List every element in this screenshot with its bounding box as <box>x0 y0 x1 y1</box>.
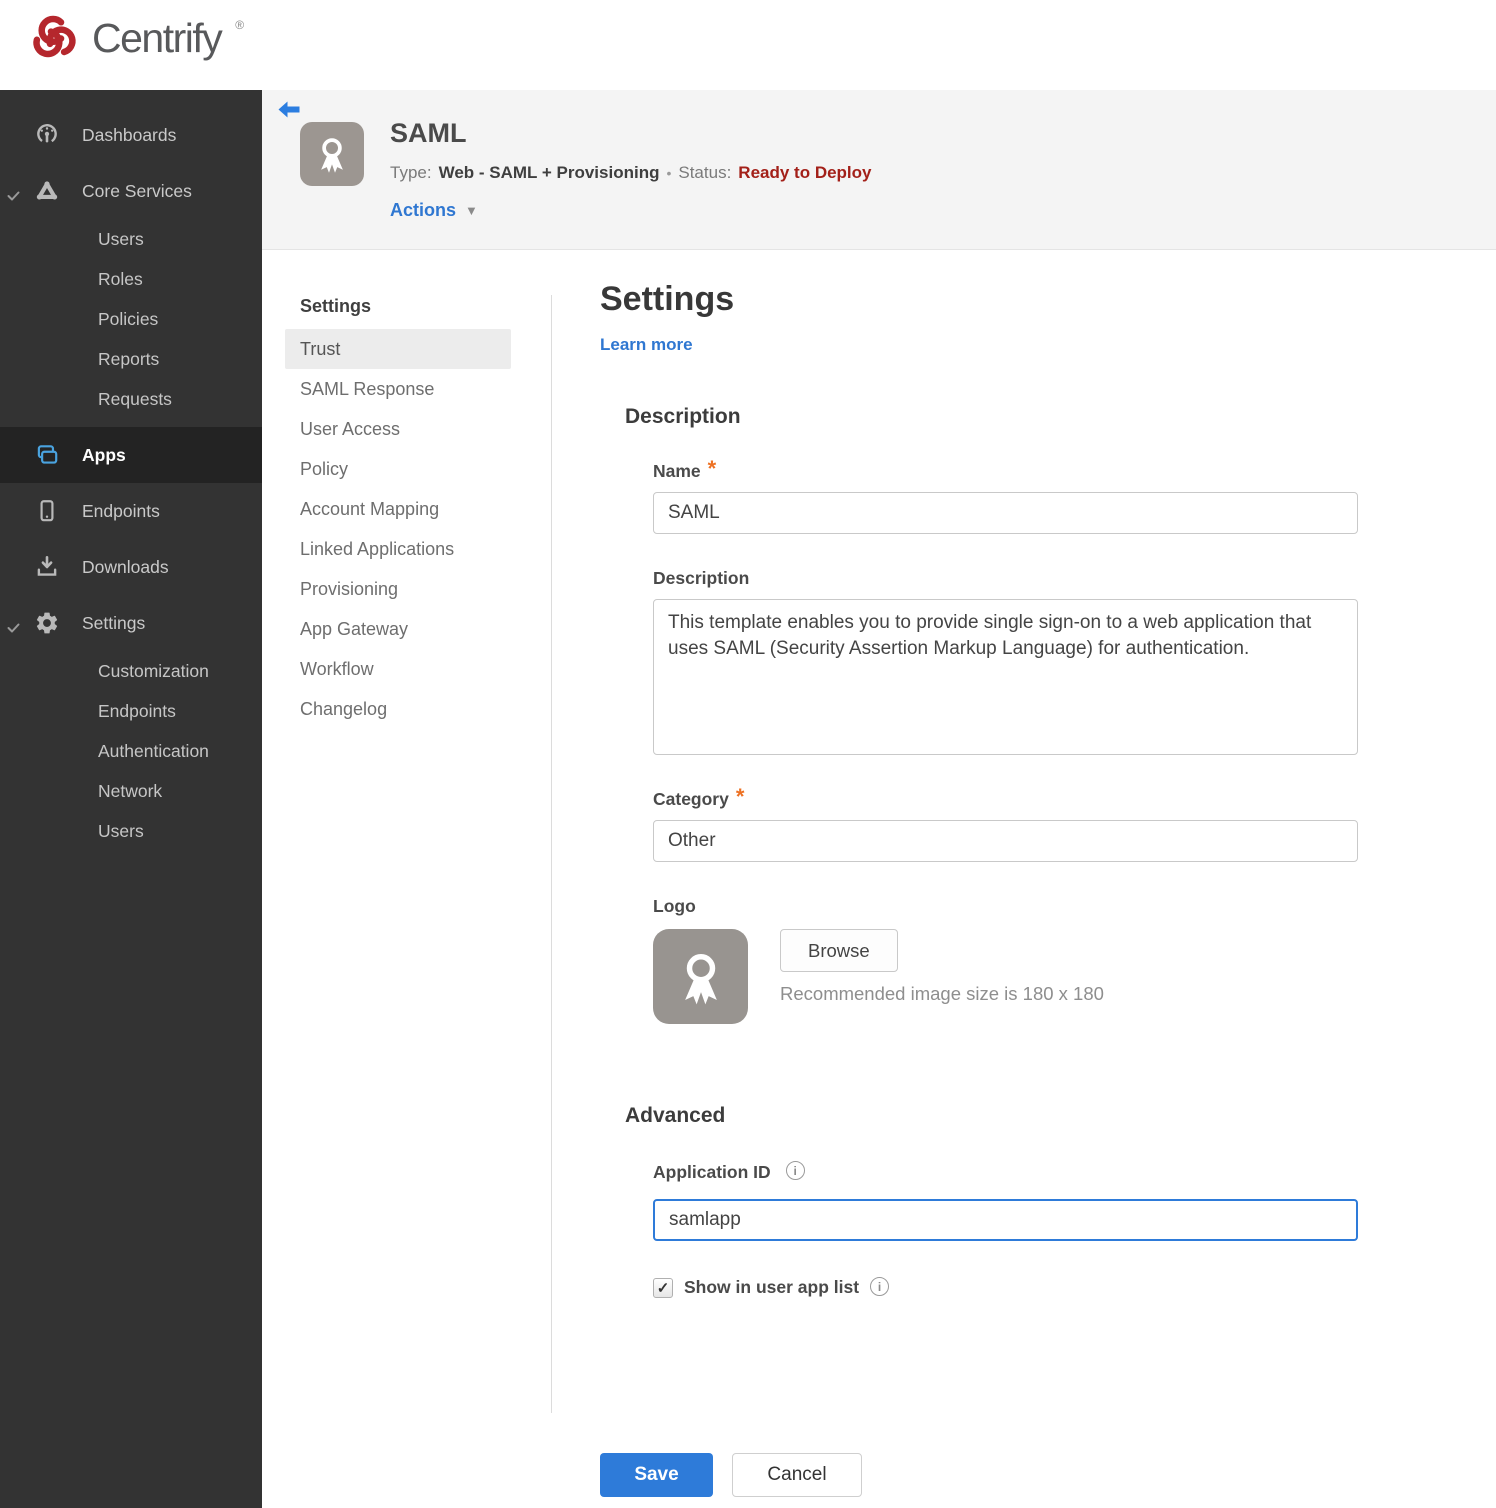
app-header: SAML Type: Web - SAML + Provisioning • S… <box>262 90 1496 250</box>
actions-dropdown[interactable]: Actions ▼ <box>390 200 478 221</box>
meta-separator: • <box>666 165 672 181</box>
core-services-submenu: Users Roles Policies Reports Requests <box>0 219 262 419</box>
gauge-icon <box>34 122 60 148</box>
browse-button[interactable]: Browse <box>780 929 898 972</box>
subnav-item-app-gateway[interactable]: App Gateway <box>285 609 511 649</box>
sidebar-item-downloads[interactable]: Downloads <box>0 539 262 595</box>
registered-mark: ® <box>235 18 245 32</box>
show-in-app-list-row: ✓ Show in user app list i <box>653 1277 1358 1298</box>
sidebar-item-core-services[interactable]: Core Services <box>0 163 262 219</box>
info-icon[interactable]: i <box>785 1161 805 1180</box>
app-meta: Type: Web - SAML + Provisioning • Status… <box>390 163 872 183</box>
cancel-button[interactable]: Cancel <box>732 1453 862 1497</box>
name-label: Name * <box>653 456 717 482</box>
sidebar-item-customization[interactable]: Customization <box>0 651 262 691</box>
sidebar-item-dashboards[interactable]: Dashboards <box>0 107 262 163</box>
required-asterisk: * <box>735 784 745 809</box>
sidebar-item-label: Core Services <box>82 180 192 201</box>
sidebar: Dashboards Core Services Users Roles Pol… <box>0 90 262 1508</box>
application-id-label: Application ID i <box>653 1161 1358 1183</box>
settings-panel: Settings Learn more Description Name * D… <box>600 280 1358 1497</box>
subnav-item-trust[interactable]: Trust <box>285 329 511 369</box>
sidebar-item-label: Dashboards <box>82 124 177 145</box>
sidebar-item-reports[interactable]: Reports <box>0 339 262 379</box>
name-field[interactable] <box>653 492 1358 534</box>
show-in-app-list-label: Show in user app list <box>684 1277 860 1297</box>
subnav-item-workflow[interactable]: Workflow <box>285 649 511 689</box>
gear-icon <box>34 610 60 636</box>
ribbon-icon <box>684 953 717 1004</box>
type-value: Web - SAML + Provisioning <box>438 163 660 182</box>
sidebar-item-settings[interactable]: Settings <box>0 595 262 651</box>
centrify-swirl-icon <box>33 15 76 58</box>
back-arrow-icon[interactable] <box>276 98 302 122</box>
subnav-item-linked-applications[interactable]: Linked Applications <box>285 529 511 569</box>
phone-icon <box>34 498 60 524</box>
sidebar-item-roles[interactable]: Roles <box>0 259 262 299</box>
category-field[interactable] <box>653 820 1358 862</box>
show-in-app-list-checkbox[interactable]: ✓ <box>653 1277 673 1298</box>
sidebar-item-apps[interactable]: Apps <box>0 427 262 483</box>
app-title: SAML <box>390 118 467 148</box>
sidebar-item-endpoints[interactable]: Endpoints <box>0 483 262 539</box>
sidebar-item-users[interactable]: Users <box>0 219 262 259</box>
sidebar-item-label: Downloads <box>82 556 169 577</box>
subnav-item-saml-response[interactable]: SAML Response <box>285 369 511 409</box>
sidebar-item-label: Settings <box>82 612 146 633</box>
settings-submenu: Customization Endpoints Authentication N… <box>0 651 262 851</box>
sidebar-item-users-settings[interactable]: Users <box>0 811 262 851</box>
logo-label: Logo <box>653 896 696 916</box>
sidebar-item-endpoints-settings[interactable]: Endpoints <box>0 691 262 731</box>
logo-preview <box>653 929 748 1024</box>
top-bar: Centrify ® <box>0 0 1496 90</box>
description-label: Description <box>653 568 750 588</box>
brand-name: Centrify <box>92 14 223 61</box>
info-icon[interactable]: i <box>870 1277 890 1296</box>
form-footer: Save Cancel <box>600 1453 1358 1497</box>
subnav-item-user-access[interactable]: User Access <box>285 409 511 449</box>
app-logo-thumbnail <box>300 122 364 186</box>
status-value: Ready to Deploy <box>738 163 872 182</box>
sidebar-item-policies[interactable]: Policies <box>0 299 262 339</box>
cluster-icon <box>34 178 60 204</box>
actions-label: Actions <box>390 200 457 220</box>
subnav-item-changelog[interactable]: Changelog <box>285 689 511 729</box>
save-button[interactable]: Save <box>600 1453 713 1497</box>
expanded-check-icon <box>7 186 20 207</box>
sidebar-item-label: Apps <box>82 444 126 465</box>
advanced-section-heading: Advanced <box>625 1104 726 1127</box>
page-title: Settings <box>600 280 735 318</box>
content-area: Settings Trust SAML Response User Access… <box>262 250 1496 1508</box>
subnav-item-policy[interactable]: Policy <box>285 449 511 489</box>
subnav-item-provisioning[interactable]: Provisioning <box>285 569 511 609</box>
category-label: Category * <box>653 784 745 810</box>
logo-size-hint: Recommended image size is 180 x 180 <box>780 983 1104 1004</box>
description-field[interactable]: This template enables you to provide sin… <box>653 599 1358 755</box>
checkmark-icon: ✓ <box>656 1279 670 1297</box>
sidebar-item-authentication[interactable]: Authentication <box>0 731 262 771</box>
status-label: Status: <box>678 163 732 182</box>
sidebar-item-requests[interactable]: Requests <box>0 379 262 419</box>
vertical-divider <box>551 295 552 1413</box>
chevron-down-icon: ▼ <box>465 203 478 218</box>
settings-subnav: Settings Trust SAML Response User Access… <box>285 290 511 729</box>
subnav-header: Settings <box>300 296 372 316</box>
application-id-field[interactable] <box>653 1199 1358 1241</box>
centrify-logo: Centrify ® <box>28 12 245 64</box>
sidebar-item-label: Endpoints <box>82 500 160 521</box>
learn-more-link[interactable]: Learn more <box>600 335 693 355</box>
apps-icon <box>34 442 60 468</box>
description-section-heading: Description <box>625 405 741 428</box>
subnav-item-account-mapping[interactable]: Account Mapping <box>285 489 511 529</box>
sidebar-item-network[interactable]: Network <box>0 771 262 811</box>
type-label: Type: <box>390 163 432 182</box>
download-icon <box>34 554 60 580</box>
expanded-check-icon <box>7 618 20 639</box>
required-asterisk: * <box>707 456 717 481</box>
ribbon-icon <box>321 138 343 173</box>
